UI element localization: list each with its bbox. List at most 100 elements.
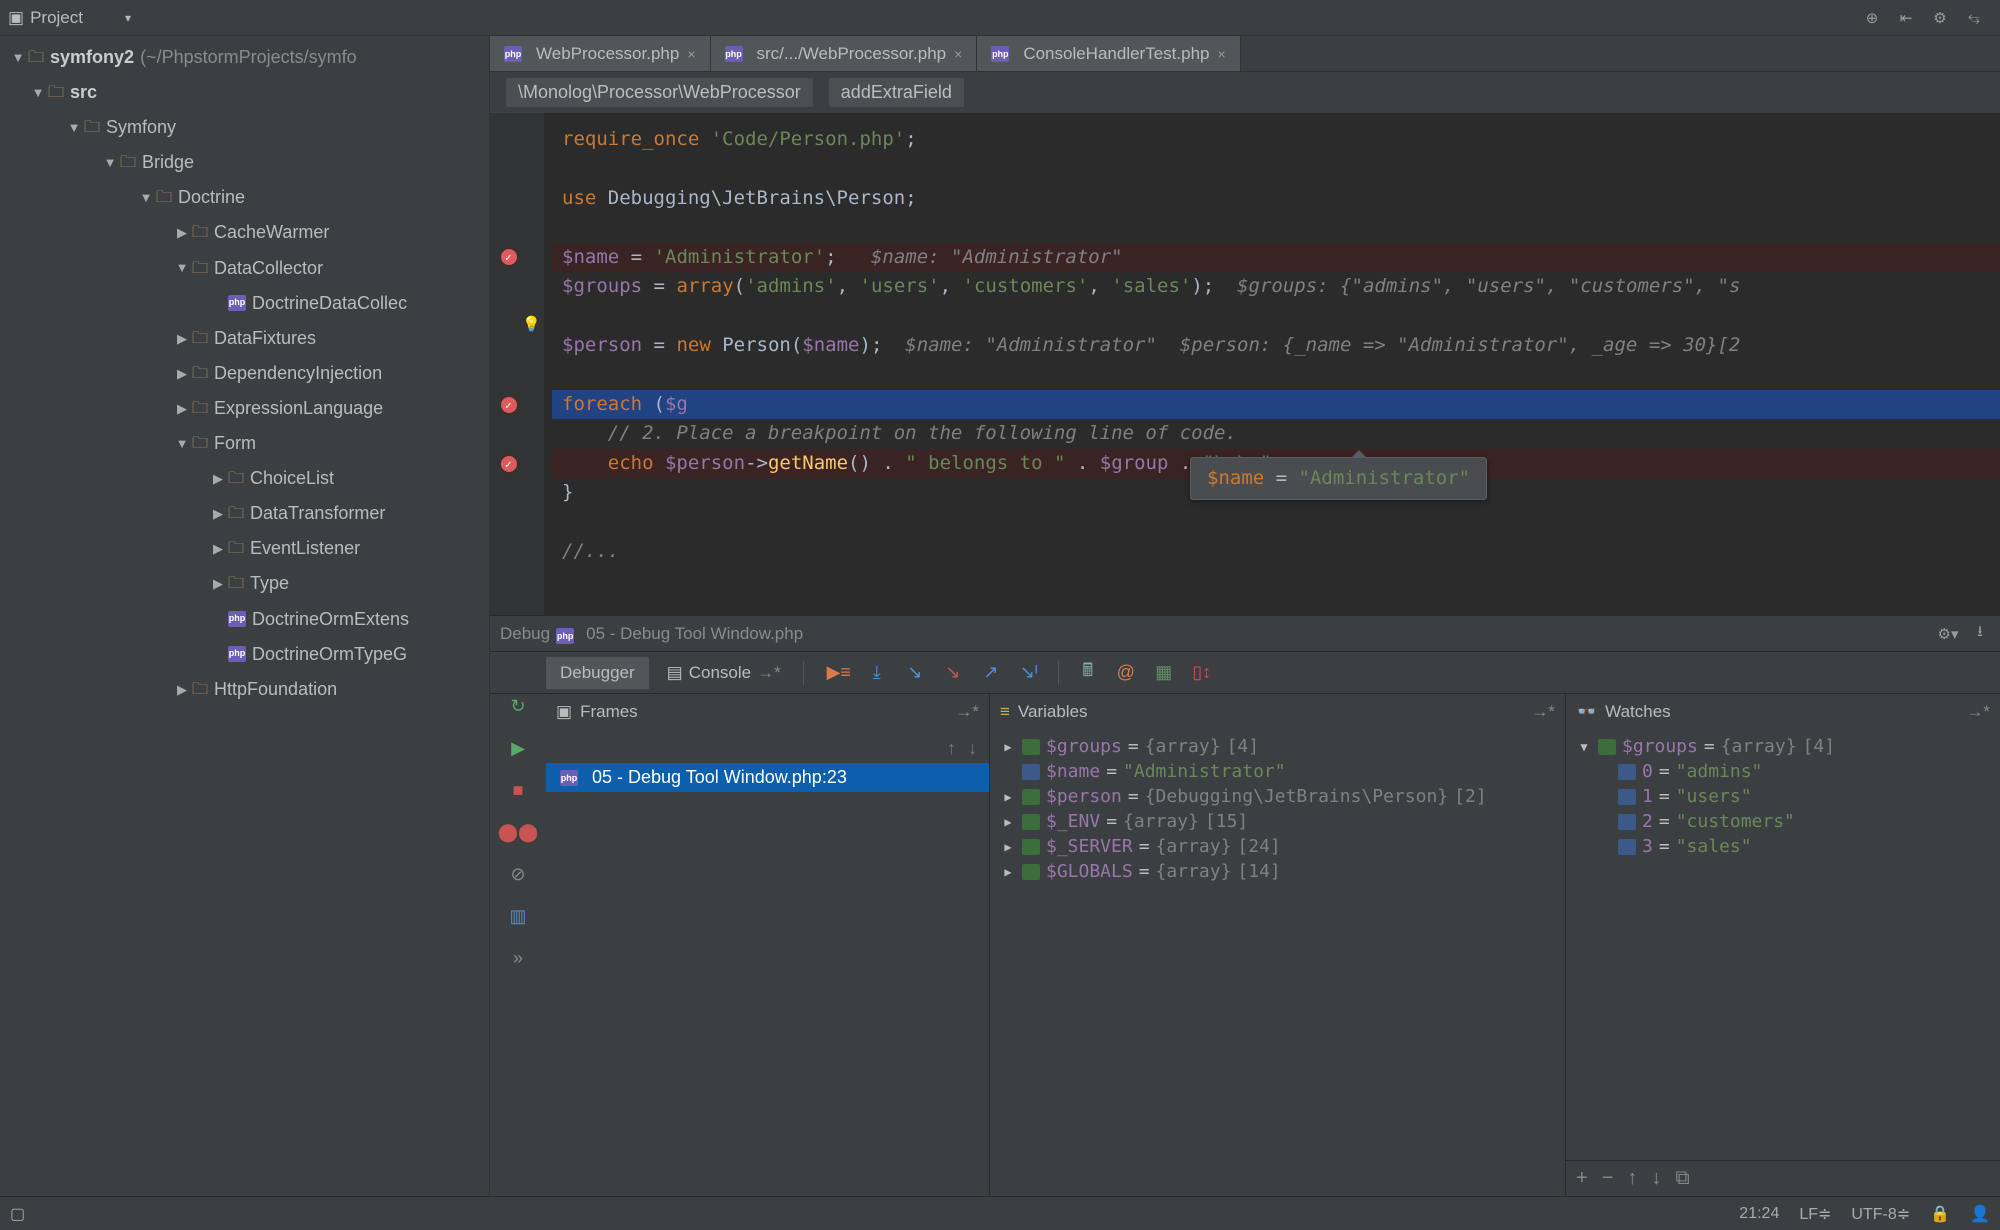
tree-node[interactable]: ▼🗀DataCollector xyxy=(0,251,489,286)
file-encoding[interactable]: UTF-8≑ xyxy=(1851,1204,1910,1224)
tree-node[interactable]: ▶🗀DataFixtures xyxy=(0,321,489,356)
step-out-icon[interactable]: ↗ xyxy=(980,662,1002,684)
force-step-into-icon[interactable]: ↘ xyxy=(942,662,964,684)
show-execution-point-icon[interactable]: ▶≡ xyxy=(828,662,850,684)
chevron-right-icon[interactable]: ▶ xyxy=(208,466,228,491)
chevron-down-icon[interactable]: ▼ xyxy=(100,150,120,175)
at-icon[interactable]: @ xyxy=(1115,662,1137,684)
chevron-down-icon[interactable]: ▼ xyxy=(28,80,48,105)
code-line[interactable]: $person = new Person($name); $name: "Adm… xyxy=(552,331,2000,360)
variable-row[interactable]: ▶ $_SERVER = {array} [24] xyxy=(990,834,1565,859)
breakpoint-icon[interactable] xyxy=(500,248,518,266)
download-icon[interactable]: ⭳ xyxy=(1970,624,1990,644)
close-icon[interactable]: × xyxy=(687,46,695,62)
tree-node[interactable]: ▶🗀CacheWarmer xyxy=(0,215,489,250)
tree-node[interactable]: ▼🗀src xyxy=(0,75,489,110)
gear-icon[interactable]: ⚙▾ xyxy=(1938,624,1958,644)
arrow-right-icon[interactable]: →* xyxy=(1531,702,1555,722)
tree-node[interactable]: ▶🗀ChoiceList xyxy=(0,461,489,496)
breakpoint-icon[interactable] xyxy=(500,396,518,414)
intention-bulb-icon[interactable]: 💡 xyxy=(522,313,541,336)
copy-watch-icon[interactable]: ⧉ xyxy=(1675,1167,1689,1190)
step-over-icon[interactable]: ⤓ xyxy=(866,662,888,684)
chevron-right-icon[interactable]: ▶ xyxy=(208,536,228,561)
watch-item[interactable]: 1 = "users" xyxy=(1566,784,2000,809)
line-separator[interactable]: LF≑ xyxy=(1799,1204,1831,1224)
chevron-down-icon[interactable]: ▼ xyxy=(172,431,192,456)
tab-debugger[interactable]: Debugger xyxy=(546,657,649,689)
add-watch-icon[interactable]: + xyxy=(1576,1167,1588,1190)
frame-down-icon[interactable]: ↓ xyxy=(968,738,977,759)
tree-node[interactable]: phpDoctrineDataCollec xyxy=(0,286,489,321)
lock-icon[interactable]: 🔒 xyxy=(1930,1204,1950,1224)
code-line[interactable] xyxy=(552,213,2000,242)
settings-toggle-icon[interactable]: ▦ xyxy=(1153,662,1175,684)
tree-node[interactable]: ▼🗀Symfony xyxy=(0,110,489,145)
code-line[interactable]: // 2. Place a breakpoint on the followin… xyxy=(552,419,2000,448)
sort-icon[interactable]: ▯↕ xyxy=(1191,662,1213,684)
chevron-right-icon[interactable]: ▶ xyxy=(1000,865,1016,879)
editor-tab[interactable]: phpsrc/.../WebProcessor.php× xyxy=(711,36,978,71)
frame-up-icon[interactable]: ↑ xyxy=(947,738,956,759)
chevron-right-icon[interactable]: ▶ xyxy=(172,361,192,386)
variable-row[interactable]: ▶ $GLOBALS = {array} [14] xyxy=(990,859,1565,884)
hector-icon[interactable]: 👤 xyxy=(1970,1204,1990,1224)
caret-position[interactable]: 21:24 xyxy=(1739,1205,1779,1223)
code-line[interactable]: $name = 'Administrator'; $name: "Adminis… xyxy=(552,243,2000,272)
tab-console[interactable]: ▤Console→* xyxy=(653,657,795,689)
tree-node[interactable]: ▼🗀Bridge xyxy=(0,145,489,180)
breakpoint-icon[interactable] xyxy=(500,455,518,473)
chevron-down-icon[interactable]: ▼ xyxy=(64,115,84,140)
tree-node[interactable]: ▼🗀Doctrine xyxy=(0,180,489,215)
code-line[interactable] xyxy=(552,302,2000,331)
remove-watch-icon[interactable]: − xyxy=(1602,1167,1614,1190)
chevron-down-icon[interactable]: ▼ xyxy=(1576,740,1592,754)
editor-tab[interactable]: phpWebProcessor.php× xyxy=(490,36,711,71)
collapse-all-icon[interactable]: ⇤ xyxy=(1896,8,1916,28)
resume-icon[interactable]: ▶ xyxy=(506,736,530,760)
chevron-right-icon[interactable]: ▶ xyxy=(1000,815,1016,829)
rerun-icon[interactable]: ↻ xyxy=(506,694,530,718)
hide-icon[interactable]: ⥃ xyxy=(1964,8,1984,28)
breadcrumb-segment[interactable]: addExtraField xyxy=(829,78,964,107)
mute-breakpoints-icon[interactable]: ⊘ xyxy=(506,862,530,886)
code-line[interactable]: require_once 'Code/Person.php'; xyxy=(552,125,2000,154)
gear-icon[interactable]: ⚙ xyxy=(1930,8,1950,28)
run-to-cursor-icon[interactable]: ↘ᴵ xyxy=(1018,662,1040,684)
breadcrumb-segment[interactable]: \Monolog\Processor\WebProcessor xyxy=(506,78,813,107)
layout-icon[interactable]: ▥ xyxy=(506,904,530,928)
variable-row[interactable]: ▶ $_ENV = {array} [15] xyxy=(990,809,1565,834)
chevron-down-icon[interactable]: ▼ xyxy=(172,255,192,280)
code-line[interactable]: use Debugging\JetBrains\Person; xyxy=(552,184,2000,213)
tree-node[interactable]: phpDoctrineOrmTypeG xyxy=(0,637,489,672)
tree-root[interactable]: ▼ 🗀 symfony2 (~/PhpstormProjects/symfo xyxy=(0,40,489,75)
watch-row[interactable]: ▼ $groups = {array} [4] xyxy=(1566,734,2000,759)
variable-row[interactable]: ▶ $groups = {array} [4] xyxy=(990,734,1565,759)
more-icon[interactable]: » xyxy=(506,946,530,970)
tree-node[interactable]: ▶🗀DependencyInjection xyxy=(0,356,489,391)
chevron-right-icon[interactable]: ▶ xyxy=(1000,790,1016,804)
variable-row[interactable]: ▶ $person = {Debugging\JetBrains\Person}… xyxy=(990,784,1565,809)
chevron-down-icon[interactable]: ▼ xyxy=(8,45,28,70)
project-tree[interactable]: ▼ 🗀 symfony2 (~/PhpstormProjects/symfo ▼… xyxy=(0,36,490,1196)
evaluate-expression-icon[interactable]: 🖩 xyxy=(1077,662,1099,684)
chevron-right-icon[interactable]: ▶ xyxy=(172,326,192,351)
toolwindow-toggle-icon[interactable]: ▢ xyxy=(10,1206,25,1223)
tree-node[interactable]: ▶🗀HttpFoundation xyxy=(0,672,489,707)
stop-icon[interactable]: ■ xyxy=(506,778,530,802)
code-line[interactable] xyxy=(552,154,2000,183)
code-line[interactable]: //... xyxy=(552,537,2000,566)
close-icon[interactable]: × xyxy=(1217,46,1225,62)
tree-node[interactable]: phpDoctrineOrmExtens xyxy=(0,602,489,637)
chevron-right-icon[interactable]: ▶ xyxy=(172,677,192,702)
variable-row[interactable]: $name = "Administrator" xyxy=(990,759,1565,784)
frame-row[interactable]: php 05 - Debug Tool Window.php:23 xyxy=(546,763,989,792)
chevron-right-icon[interactable]: ▶ xyxy=(208,501,228,526)
tree-node[interactable]: ▼🗀Form xyxy=(0,426,489,461)
close-icon[interactable]: × xyxy=(954,46,962,62)
code-line[interactable]: $groups = array('admins', 'users', 'cust… xyxy=(552,272,2000,301)
chevron-right-icon[interactable]: ▶ xyxy=(1000,840,1016,854)
watch-item[interactable]: 3 = "sales" xyxy=(1566,834,2000,859)
code-line[interactable] xyxy=(552,508,2000,537)
chevron-right-icon[interactable]: ▶ xyxy=(172,220,192,245)
